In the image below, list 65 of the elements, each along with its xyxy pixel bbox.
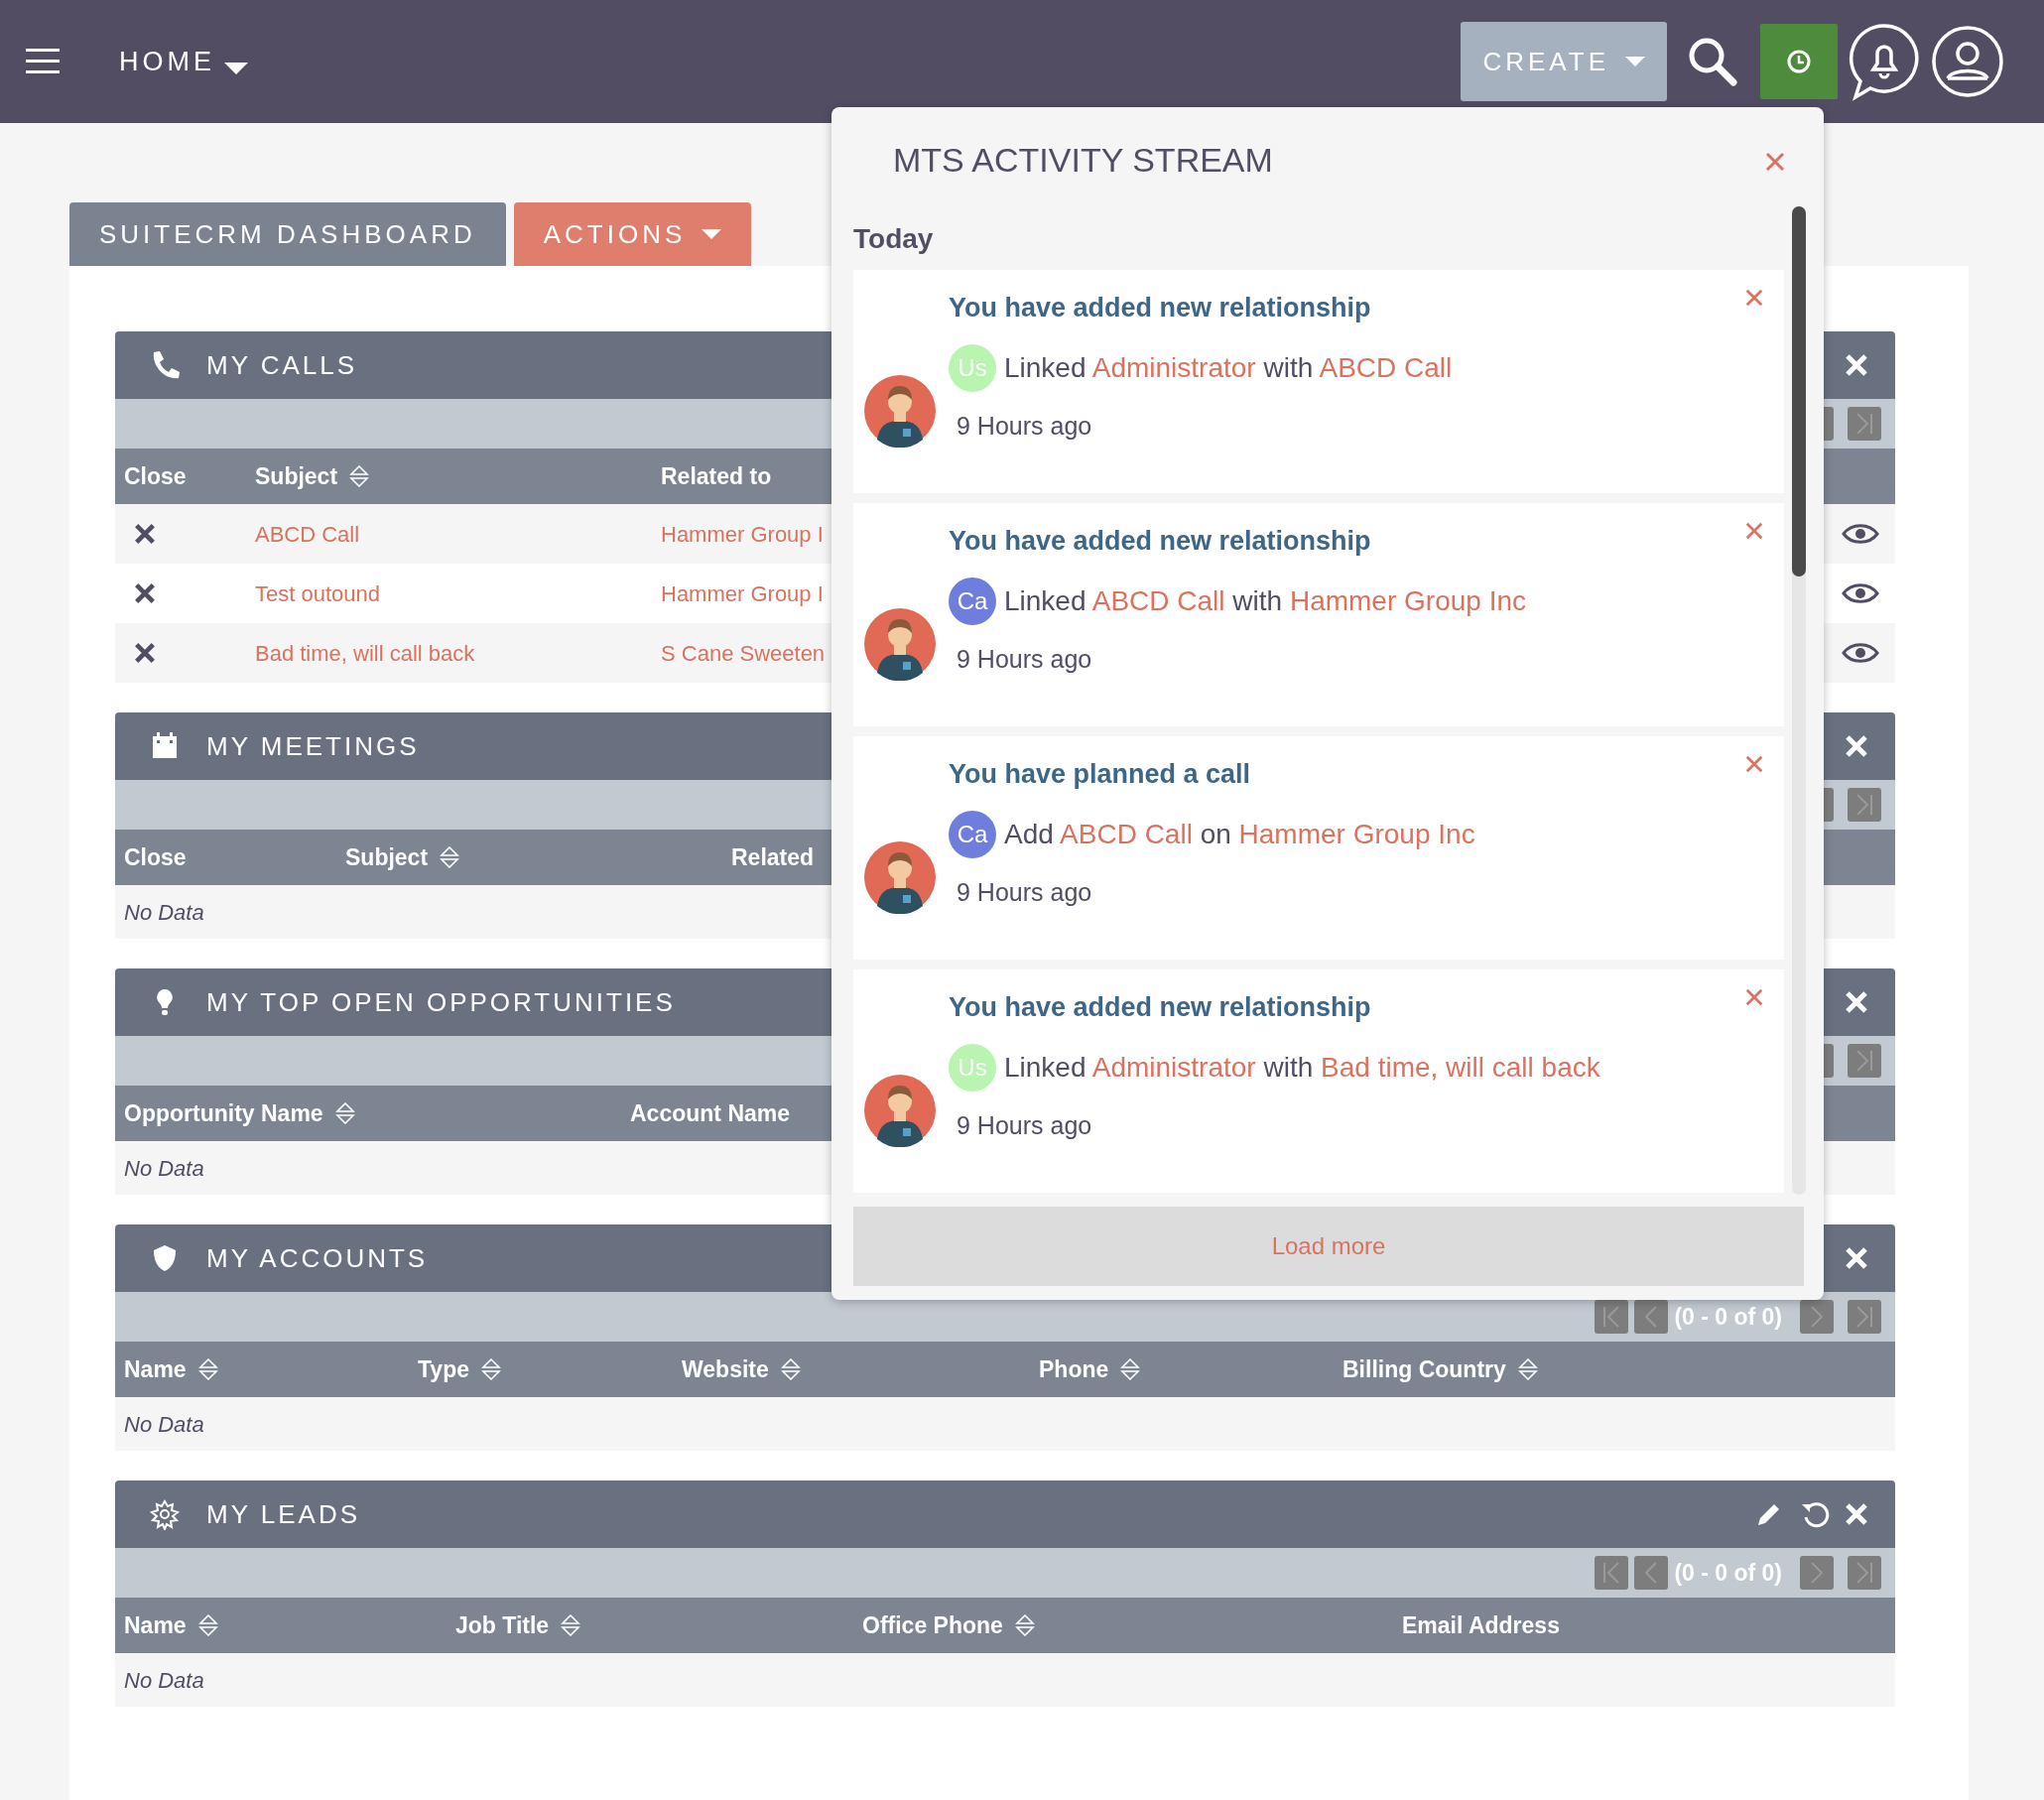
- record-link[interactable]: ABCD Call: [1319, 351, 1453, 383]
- column-header[interactable]: Website: [682, 1351, 769, 1387]
- activity-title: You have added new relationship: [949, 525, 1371, 558]
- user-initials-badge: Ca: [949, 577, 996, 625]
- record-link[interactable]: Administrator: [1091, 351, 1256, 383]
- column-header[interactable]: Type: [418, 1351, 469, 1387]
- dashlet-title: MY ACCOUNTS: [206, 1241, 429, 1275]
- column-header[interactable]: Close: [124, 458, 187, 494]
- popup-title: MTS ACTIVITY STREAM: [892, 140, 1273, 181]
- column-header[interactable]: Related to: [661, 458, 772, 494]
- column-header[interactable]: Job Title: [455, 1607, 550, 1643]
- activity-text: Linked ABCD Call with Hammer Group Inc: [1004, 583, 1526, 618]
- activity-time: 9 Hours ago: [957, 1110, 1092, 1139]
- activity-title: You have added new relationship: [949, 991, 1371, 1024]
- no-data-text: No Data: [124, 1666, 204, 1695]
- pagination-text: (0 - 0 of 0): [1674, 1558, 1782, 1588]
- column-header[interactable]: Opportunity Name: [124, 1095, 323, 1131]
- subject-link[interactable]: ABCD Call: [255, 517, 360, 551]
- record-link[interactable]: Administrator: [1091, 1051, 1256, 1083]
- column-header[interactable]: Name: [124, 1607, 187, 1643]
- column-header[interactable]: Name: [124, 1351, 187, 1387]
- no-data-text: No Data: [124, 1154, 204, 1183]
- dashlet-title: MY MEETINGS: [206, 729, 420, 763]
- column-header[interactable]: Subject: [255, 458, 338, 494]
- pagination-text: (0 - 0 of 0): [1674, 1302, 1782, 1332]
- group-heading: Today: [853, 223, 934, 254]
- activity-text: Add ABCD Call on Hammer Group Inc: [1004, 817, 1475, 851]
- activity-time: 9 Hours ago: [957, 644, 1092, 673]
- activity-time: 9 Hours ago: [957, 411, 1092, 440]
- related-link[interactable]: Hammer Group I: [661, 517, 824, 551]
- column-header[interactable]: Phone: [1039, 1351, 1109, 1387]
- subject-link[interactable]: Bad time, will call back: [255, 636, 475, 670]
- dashboard-tab[interactable]: SUITECRM DASHBOARD: [69, 202, 506, 266]
- column-header[interactable]: Office Phone: [862, 1607, 1003, 1643]
- related-link[interactable]: S Cane Sweeten: [661, 636, 826, 670]
- home-menu[interactable]: HOME: [113, 40, 255, 83]
- record-link[interactable]: Hammer Group Inc: [1289, 584, 1526, 616]
- column-header[interactable]: Account Name: [630, 1095, 791, 1131]
- create-button[interactable]: CREATE: [1461, 22, 1667, 101]
- column-header[interactable]: Subject: [345, 839, 429, 875]
- activity-title: You have planned a call: [949, 758, 1251, 791]
- subject-link[interactable]: Test outound: [255, 577, 380, 610]
- column-header[interactable]: Related: [731, 839, 815, 875]
- user-initials-badge: Us: [949, 343, 996, 392]
- no-data-text: No Data: [124, 1410, 204, 1439]
- record-link[interactable]: Hammer Group Inc: [1238, 818, 1475, 849]
- dashlet-title: MY CALLS: [206, 348, 358, 382]
- record-link[interactable]: ABCD Call: [1091, 584, 1225, 616]
- activity-time: 9 Hours ago: [957, 877, 1092, 906]
- activity-title: You have added new relationship: [949, 292, 1371, 324]
- no-data-text: No Data: [124, 898, 204, 927]
- column-header[interactable]: Email Address: [1402, 1607, 1560, 1643]
- record-link[interactable]: ABCD Call: [1060, 818, 1193, 849]
- actions-button[interactable]: ACTIONS: [513, 202, 752, 266]
- load-more-button[interactable]: Load more: [853, 1207, 1804, 1286]
- activity-text: Linked Administrator with ABCD Call: [1004, 350, 1453, 385]
- column-header[interactable]: Close: [124, 839, 187, 875]
- user-initials-badge: Us: [949, 1043, 996, 1092]
- user-initials-badge: Ca: [949, 810, 996, 858]
- activity-text: Linked Administrator with Bad time, will call back: [1004, 1050, 1600, 1085]
- column-header[interactable]: Billing Country: [1342, 1351, 1506, 1387]
- record-link[interactable]: Bad time, will call back: [1321, 1051, 1600, 1083]
- related-link[interactable]: Hammer Group I: [661, 577, 824, 610]
- dashlet-title: MY TOP OPEN OPPORTUNITIES: [206, 985, 676, 1019]
- dashlet-title: MY LEADS: [206, 1497, 360, 1531]
